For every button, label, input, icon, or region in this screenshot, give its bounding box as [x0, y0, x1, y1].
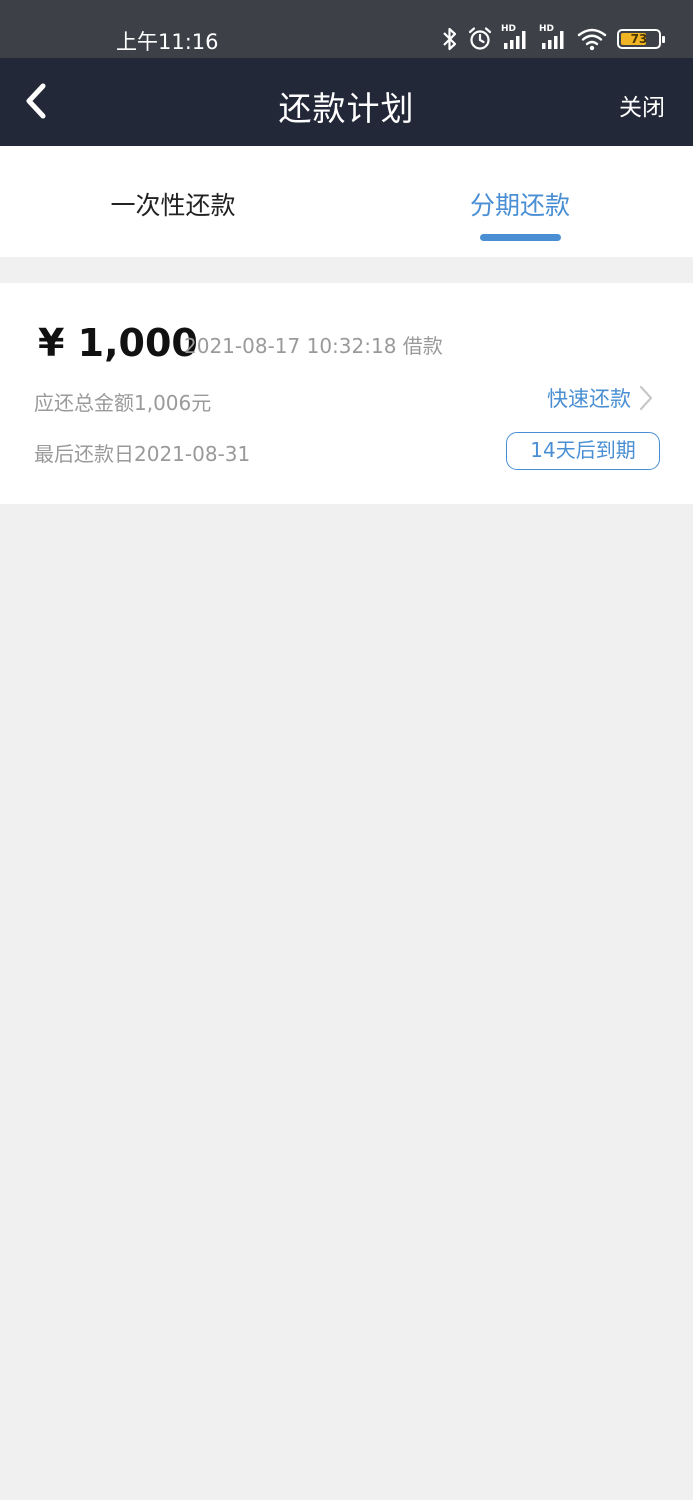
quick-repay-label: 快速还款: [547, 387, 631, 411]
signal-icon: HD: [501, 24, 531, 52]
quick-repay-button[interactable]: 快速还款: [547, 383, 655, 413]
signal-hd-label: HD: [501, 24, 517, 34]
tab-one-time-repayment[interactable]: 一次性还款: [53, 186, 293, 222]
status-bar: 上午11:16 HD HD 73: [0, 0, 693, 58]
tab-installment-repayment[interactable]: 分期还款: [400, 186, 640, 222]
bluetooth-icon: [441, 26, 459, 52]
due-badge: 14天后到期: [506, 432, 660, 470]
status-icons: HD HD 73: [441, 24, 665, 54]
loan-date: 2021-08-17 10:32:18 借款: [184, 334, 443, 358]
status-time: 上午11:16: [116, 30, 219, 54]
loan-amount: ¥ 1,000: [38, 321, 198, 365]
alarm-icon: [467, 26, 493, 52]
nav-bar: 还款计划 关闭: [0, 58, 693, 146]
last-repayment-date: 最后还款日2021-08-31: [34, 442, 251, 466]
battery-level: 73: [630, 32, 648, 46]
page-title: 还款计划: [278, 89, 415, 128]
chevron-right-icon: [639, 385, 653, 411]
battery-icon: 73: [617, 29, 665, 49]
tab-bar: 一次性还款 分期还款: [0, 146, 693, 257]
wifi-icon: [577, 26, 607, 52]
signal-icon: HD: [539, 24, 569, 52]
total-due: 应还总金额1,006元: [34, 391, 212, 415]
close-button[interactable]: 关闭: [619, 88, 665, 122]
active-tab-indicator: [480, 234, 561, 241]
signal-hd-label: HD: [539, 24, 555, 34]
loan-card[interactable]: ¥ 1,000 2021-08-17 10:32:18 借款 应还总金额1,00…: [0, 283, 693, 504]
